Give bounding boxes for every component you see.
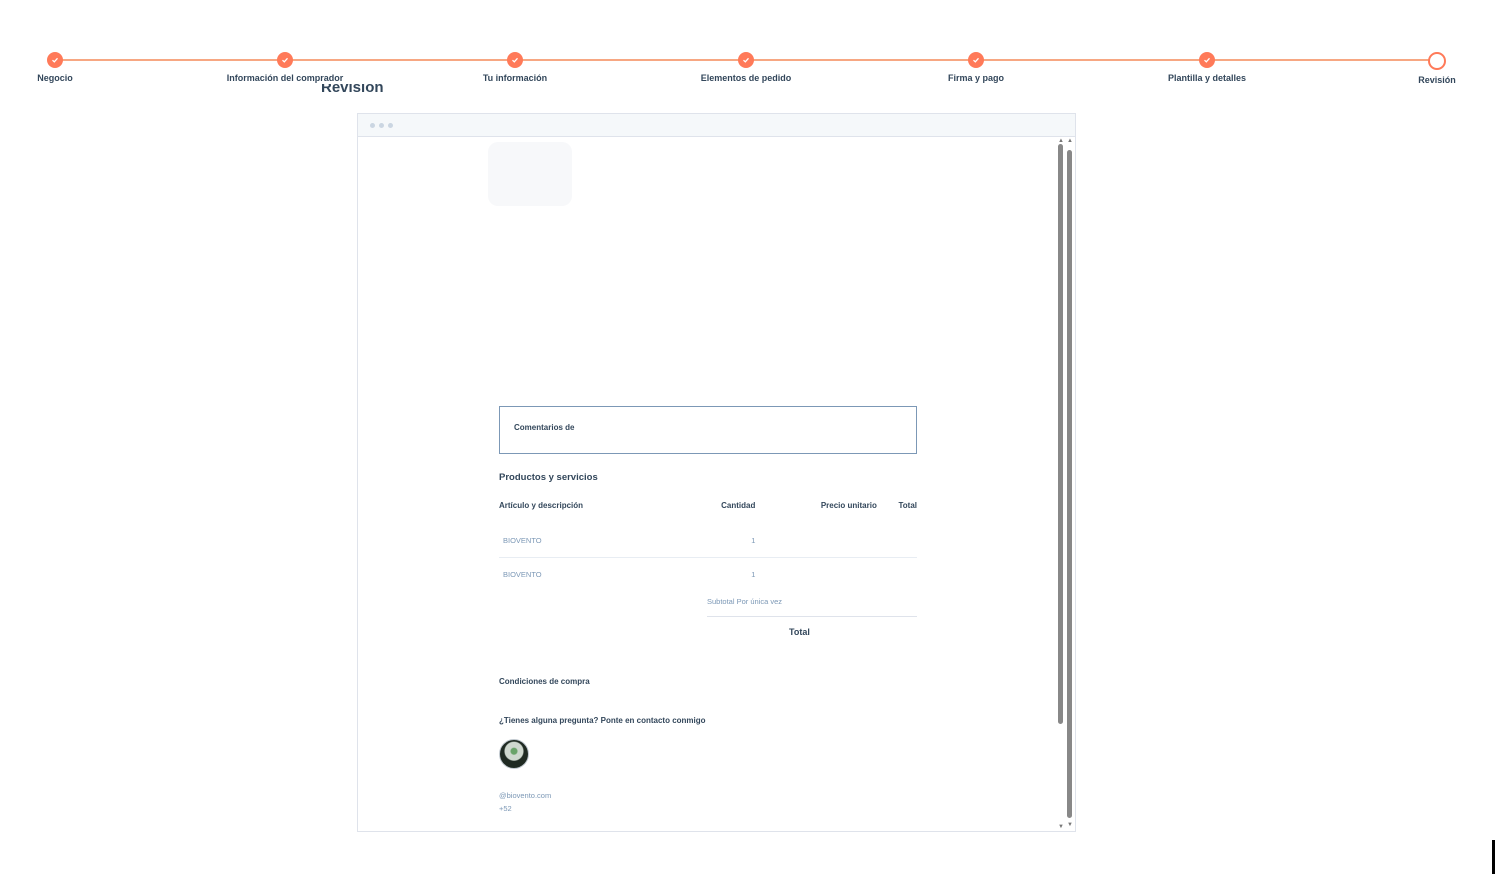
check-icon (968, 52, 984, 68)
step-label: Tu información (482, 73, 548, 83)
item-qty: 1 (751, 570, 756, 579)
window-dot-icon (379, 122, 384, 128)
comments-label: Comentarios de (514, 423, 575, 432)
total-label: Total (789, 627, 810, 637)
table-row: BIOVENTO 1 (499, 558, 917, 592)
table-row: BIOVENTO 1 (499, 524, 917, 558)
quote-document: Comentarios de Productos y servicios Art… (499, 406, 917, 813)
step-label: Plantilla y detalles (1167, 73, 1247, 83)
step-review[interactable]: Revisión (1337, 52, 1510, 85)
check-icon (277, 52, 293, 68)
text-cursor (1492, 840, 1495, 874)
check-icon (47, 52, 63, 68)
step-label: Información del comprador (226, 73, 344, 83)
item-description: BIOVENTO (499, 524, 682, 558)
item-qty: 1 (681, 524, 756, 558)
step-your-info[interactable]: Tu información (415, 52, 615, 83)
step-buyer-info[interactable]: Información del comprador (185, 52, 385, 83)
column-header-unit-price: Precio unitario (820, 501, 877, 510)
step-label: Revisión (1418, 75, 1456, 85)
current-step-circle-icon (1428, 52, 1446, 70)
preview-window-bar (358, 114, 1075, 137)
subtotal-label: Subtotal Por única vez (707, 597, 783, 606)
column-header-qty: Cantidad (721, 501, 756, 510)
scroll-down-arrow-icon[interactable]: ▼ (1058, 824, 1064, 830)
scroll-up-arrow-icon[interactable]: ▲ (1067, 138, 1073, 144)
products-title: Productos y servicios (499, 472, 598, 483)
step-label: Elementos de pedido (700, 73, 792, 83)
purchase-conditions-title: Condiciones de compra (499, 677, 590, 686)
item-unit-price (755, 524, 877, 558)
step-label: Firma y pago (947, 73, 1004, 83)
check-icon (1199, 52, 1215, 68)
item-total (876, 524, 917, 558)
step-template-details[interactable]: Plantilla y detalles (1107, 52, 1307, 83)
total-row: Total (707, 617, 917, 637)
table-header: Artículo y descripción Cantidad Precio u… (499, 497, 917, 524)
line-items-table: Artículo y descripción Cantidad Precio u… (499, 497, 917, 591)
avatar (499, 739, 529, 769)
quote-review-page: Negocio Información del comprador Tu inf… (0, 0, 1510, 874)
contact-phone[interactable]: +52 (499, 804, 917, 813)
scroll-down-arrow-icon[interactable]: ▼ (1067, 822, 1073, 828)
check-icon (738, 52, 754, 68)
item-unit-price (755, 558, 876, 592)
subtotal-row: Subtotal Por única vez (707, 591, 917, 617)
item-description: BIOVENTO (503, 570, 542, 579)
column-header-item: Artículo y descripción (499, 501, 584, 510)
window-dot-icon (370, 122, 375, 128)
inner-scrollbar-thumb[interactable] (1058, 144, 1063, 724)
progress-stepper: Negocio Información del comprador Tu inf… (0, 0, 1510, 100)
step-label: Negocio (37, 73, 73, 83)
check-icon (507, 52, 523, 68)
step-signature-payment[interactable]: Firma y pago (876, 52, 1076, 83)
step-order-items[interactable]: Elementos de pedido (646, 52, 846, 83)
contact-title: ¿Tienes alguna pregunta? Ponte en contac… (499, 716, 706, 725)
comments-box: Comentarios de (499, 406, 917, 454)
quote-preview-frame: ▲ ▲ ▼ ▼ Comentarios de Productos y servi… (357, 113, 1076, 832)
step-negocio[interactable]: Negocio (0, 52, 155, 83)
column-header-total: Total (898, 501, 917, 510)
company-logo (488, 142, 572, 206)
contact-email[interactable]: @biovento.com (499, 791, 917, 800)
page-title: Revisión (321, 84, 384, 96)
outer-scrollbar-thumb[interactable] (1067, 150, 1072, 818)
window-dot-icon (388, 122, 393, 128)
item-total (877, 558, 917, 592)
